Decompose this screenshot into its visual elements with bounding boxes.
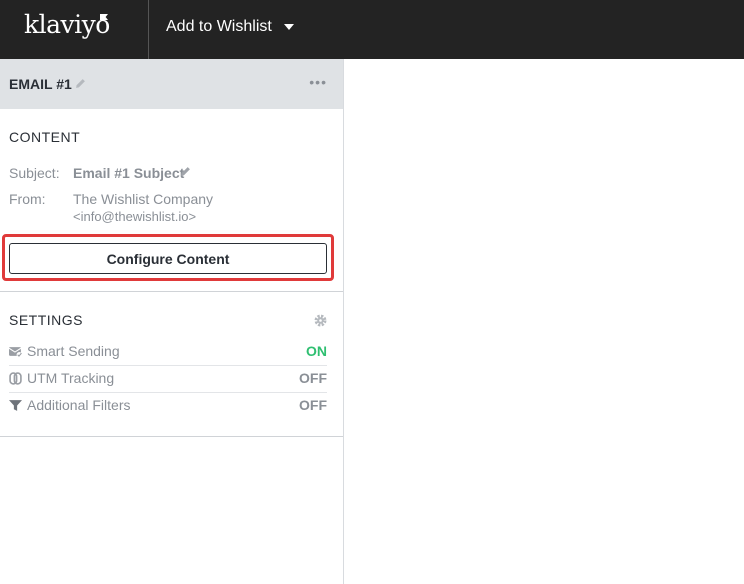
pencil-icon[interactable] bbox=[180, 166, 191, 177]
setting-row-smart-sending[interactable]: Smart Sending ON bbox=[9, 339, 327, 366]
email-panel: EMAIL #1 ••• CONTENT Subject: Email #1 S… bbox=[0, 59, 344, 584]
pencil-icon[interactable] bbox=[75, 78, 86, 89]
subject-label: Subject: bbox=[9, 165, 60, 181]
panel-header: EMAIL #1 ••• bbox=[0, 59, 343, 109]
email-title: EMAIL #1 bbox=[9, 76, 72, 92]
content-heading: CONTENT bbox=[9, 129, 81, 145]
setting-status: OFF bbox=[299, 370, 327, 386]
divider bbox=[0, 291, 343, 292]
setting-row-utm-tracking[interactable]: UTM Tracking OFF bbox=[9, 366, 327, 393]
settings-heading: SETTINGS bbox=[9, 312, 84, 328]
top-bar: klaviyo Add to Wishlist bbox=[0, 0, 744, 59]
setting-label: Additional Filters bbox=[27, 397, 131, 413]
from-label: From: bbox=[9, 191, 46, 207]
chevron-down-icon[interactable] bbox=[284, 24, 294, 30]
divider bbox=[0, 436, 343, 437]
setting-status: ON bbox=[306, 343, 327, 359]
klaviyo-logo[interactable]: klaviyo bbox=[24, 10, 110, 39]
gear-icon[interactable] bbox=[314, 314, 327, 327]
filter-icon bbox=[9, 400, 22, 411]
envelope-check-icon bbox=[9, 347, 22, 358]
setting-status: OFF bbox=[299, 397, 327, 413]
divider bbox=[148, 0, 149, 59]
from-email: <info@thewishlist.io> bbox=[73, 209, 197, 224]
configure-content-button[interactable]: Configure Content bbox=[9, 243, 327, 274]
link-icon bbox=[9, 372, 22, 385]
setting-label: Smart Sending bbox=[27, 343, 120, 359]
setting-row-additional-filters[interactable]: Additional Filters OFF bbox=[9, 393, 327, 419]
setting-label: UTM Tracking bbox=[27, 370, 115, 386]
flow-name-dropdown[interactable]: Add to Wishlist bbox=[166, 18, 272, 36]
subject-value: Email #1 Subject bbox=[73, 165, 185, 181]
more-options-button[interactable]: ••• bbox=[309, 74, 327, 90]
from-name: The Wishlist Company bbox=[73, 191, 214, 207]
